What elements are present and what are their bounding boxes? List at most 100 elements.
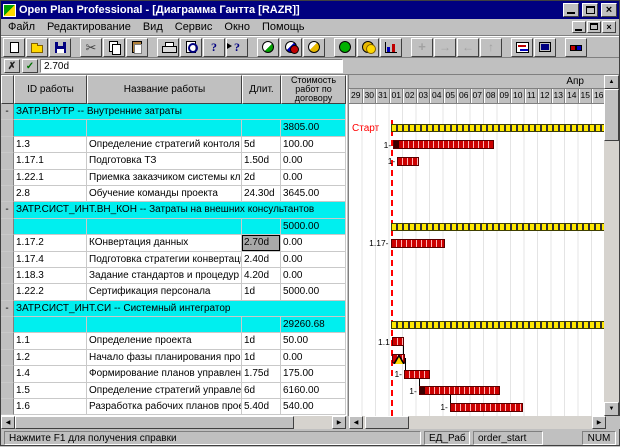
mdi-restore-button[interactable]: [587, 21, 601, 33]
id-cell[interactable]: 1.22.2: [14, 284, 87, 300]
table-scroll-track[interactable]: [15, 416, 332, 429]
histogram-button[interactable]: [380, 38, 402, 57]
name-cell[interactable]: Приемка заказчиком системы клиент: [87, 170, 242, 186]
id-cell[interactable]: 1.5: [14, 383, 87, 399]
scroll-up-button[interactable]: ▲: [604, 75, 619, 89]
context-help-button[interactable]: ?: [226, 38, 248, 57]
open-file-button[interactable]: [26, 38, 48, 57]
summary-bar[interactable]: [391, 321, 605, 329]
cost-cell[interactable]: 100.00: [281, 137, 346, 153]
cost-cell[interactable]: 6160.00: [281, 383, 346, 399]
name-cell[interactable]: Задание стандартов и процедур по д: [87, 268, 242, 284]
help-button[interactable]: ?: [203, 38, 225, 57]
id-cell[interactable]: 1.6: [14, 399, 87, 415]
duration-cell[interactable]: [242, 120, 281, 136]
edit-accept-button[interactable]: ✓: [22, 59, 38, 73]
name-cell[interactable]: Подготовка стратегии конвертации: [87, 252, 242, 268]
duration-cell[interactable]: 2.40d: [242, 252, 281, 268]
menu-item-5[interactable]: Помощь: [256, 20, 311, 34]
paste-button[interactable]: [126, 38, 148, 57]
table-scroll-left-button[interactable]: ◀: [1, 416, 15, 429]
id-cell[interactable]: 1.17.4: [14, 252, 87, 268]
duration-cell[interactable]: [242, 219, 281, 235]
duration-cell[interactable]: 6d: [242, 383, 281, 399]
group-name-cell[interactable]: ЗАТР.СИСТ_ИНТ.СИ -- Системный интегратор: [14, 301, 346, 317]
name-cell[interactable]: Начало фазы планирования проекта: [87, 350, 242, 366]
name-cell[interactable]: Определение стратегий управления и: [87, 383, 242, 399]
name-cell[interactable]: КОнвертация данных: [87, 235, 242, 251]
id-cell[interactable]: 1.3: [14, 137, 87, 153]
group-name-cell[interactable]: ЗАТР.ВНУТР -- Внутренние затраты: [14, 104, 346, 120]
cost-cell[interactable]: 175.00: [281, 366, 346, 382]
name-cell[interactable]: [87, 219, 242, 235]
cost-cell[interactable]: 0.00: [281, 235, 346, 251]
cell-edit-input[interactable]: [40, 59, 343, 73]
task-bar[interactable]: [404, 370, 430, 379]
cost-analysis-button[interactable]: [303, 38, 325, 57]
total-cost-cell[interactable]: 5000.00: [281, 219, 346, 235]
task-bar[interactable]: [419, 386, 500, 395]
name-cell[interactable]: Подготовка ТЗ: [87, 153, 242, 169]
table-scroll-thumb[interactable]: [15, 416, 294, 429]
id-cell[interactable]: 1.17.1: [14, 153, 87, 169]
duration-cell[interactable]: 24.30d: [242, 186, 281, 202]
mdi-close-button[interactable]: ×: [602, 21, 616, 33]
progress-button[interactable]: [334, 38, 356, 57]
duration-cell[interactable]: 1d: [242, 284, 281, 300]
cost-cell[interactable]: 3645.00: [281, 186, 346, 202]
cost-cell[interactable]: 0.00: [281, 252, 346, 268]
scroll-down-button[interactable]: ▼: [604, 402, 619, 416]
vertical-scroll-thumb[interactable]: [604, 89, 619, 141]
menu-item-0[interactable]: Файл: [2, 20, 41, 34]
gantt-scroll-left-button[interactable]: ◀: [349, 416, 363, 429]
name-cell[interactable]: [87, 317, 242, 333]
duration-cell[interactable]: 2d: [242, 170, 281, 186]
name-cell[interactable]: Определение стратегий контоля и отч: [87, 137, 242, 153]
expand-cell[interactable]: -: [1, 301, 14, 317]
cost-cell[interactable]: 0.00: [281, 153, 346, 169]
task-bar[interactable]: [391, 239, 445, 248]
id-cell[interactable]: 2.8: [14, 186, 87, 202]
print-preview-button[interactable]: [180, 38, 202, 57]
budget-button[interactable]: [357, 38, 379, 57]
duration-cell[interactable]: 5d: [242, 137, 281, 153]
link-back-button[interactable]: ←: [457, 38, 479, 57]
maximize-button[interactable]: [582, 3, 598, 17]
link-forward-button[interactable]: →: [434, 38, 456, 57]
table-scroll-right-button[interactable]: ▶: [332, 416, 346, 429]
close-button[interactable]: ×: [601, 3, 617, 17]
duration-cell[interactable]: 4.20d: [242, 268, 281, 284]
name-cell[interactable]: [87, 120, 242, 136]
name-cell[interactable]: Формирование планов управления: [87, 366, 242, 382]
print-button[interactable]: [157, 38, 179, 57]
resource-scheduling-button[interactable]: [280, 38, 302, 57]
edit-cancel-button[interactable]: ✗: [4, 59, 20, 73]
group-name-cell[interactable]: ЗАТР.СИСТ_ИНТ.ВН_КОН -- Затраты на внешн…: [14, 202, 346, 218]
cost-cell[interactable]: 50.00: [281, 333, 346, 349]
id-cell[interactable]: 1.17.2: [14, 235, 87, 251]
gantt-scroll-track[interactable]: [363, 416, 592, 429]
copy-button[interactable]: [103, 38, 125, 57]
menu-item-3[interactable]: Сервис: [169, 20, 219, 34]
id-cell[interactable]: [14, 317, 87, 333]
duration-cell[interactable]: 1.75d: [242, 366, 281, 382]
time-analysis-button[interactable]: [257, 38, 279, 57]
vertical-scroll-track[interactable]: [604, 89, 619, 402]
duration-cell[interactable]: 5.40d: [242, 399, 281, 415]
id-cell[interactable]: 1.4: [14, 366, 87, 382]
id-cell[interactable]: 1.22.1: [14, 170, 87, 186]
id-cell[interactable]: 1.1: [14, 333, 87, 349]
total-cost-cell[interactable]: 29260.68: [281, 317, 346, 333]
new-file-button[interactable]: [3, 38, 25, 57]
duration-cell[interactable]: 1d: [242, 350, 281, 366]
cut-button[interactable]: ✂: [80, 38, 102, 57]
task-bar[interactable]: [393, 140, 494, 149]
menu-item-1[interactable]: Редактирование: [41, 20, 137, 34]
header-name-column[interactable]: Название работы: [87, 75, 242, 104]
milestone-marker[interactable]: [393, 354, 405, 364]
gantt-scroll-thumb[interactable]: [365, 416, 409, 429]
expand-cell[interactable]: -: [1, 104, 14, 120]
header-cost-column[interactable]: Стоимость работ по договору: [281, 75, 346, 104]
header-id-column[interactable]: ID работы: [14, 75, 87, 104]
network-view-button[interactable]: [565, 38, 587, 57]
